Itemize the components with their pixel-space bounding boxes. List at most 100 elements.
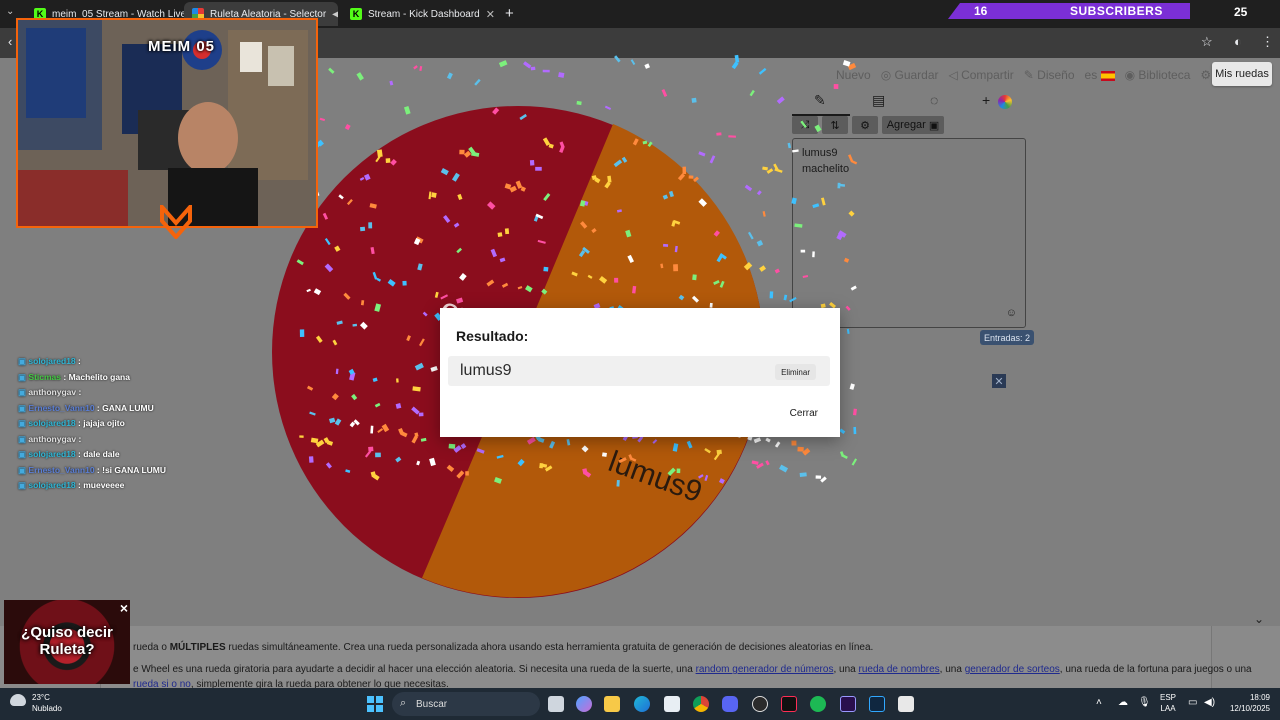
chat-username[interactable]: anthonygav — [28, 387, 76, 397]
chat-username[interactable]: Ernesto_Vann10 — [28, 403, 94, 413]
share-icon: ◁ — [948, 68, 962, 82]
display-icon[interactable]: ▭ — [1188, 697, 1197, 708]
hide-eye-icon[interactable]: ◌ — [930, 92, 938, 108]
save-button[interactable]: ◎ Guardar — [881, 68, 939, 82]
chat-message: ▣ Ernesto_Vann10 : !si GANA LUMU — [18, 463, 238, 479]
close-icon[interactable]: ✕ — [486, 8, 495, 21]
chat-message: ▣ solojared18 : dale dale — [18, 447, 238, 463]
obs-icon[interactable] — [752, 696, 768, 712]
chat-separator: : — [76, 387, 82, 397]
entries-textarea[interactable]: lumus9 machelito ☺ — [792, 138, 1026, 328]
close-icon[interactable]: ✕ — [992, 374, 1006, 388]
chat-message: ▣ Sticmas : Machelito gana — [18, 370, 238, 386]
clock[interactable]: 18:09 12/10/2025 — [1222, 692, 1270, 714]
emoji-icon[interactable]: ☺ — [1006, 305, 1017, 321]
taskbar-search[interactable]: ⌕ Buscar — [392, 692, 540, 716]
results-clipboard-icon[interactable]: ▤ — [872, 92, 885, 109]
language-button[interactable]: es — [1085, 68, 1115, 82]
chat-username[interactable]: anthonygav — [28, 434, 76, 444]
microphone-icon[interactable]: 🎙︎ — [1138, 697, 1151, 708]
premiere-icon[interactable] — [840, 696, 856, 712]
close-icon[interactable]: × — [120, 600, 128, 616]
settings-gear-icon[interactable]: ⚙ — [1200, 68, 1211, 82]
menu-dots-icon[interactable]: ⋮ — [1261, 34, 1274, 50]
chat-separator: : — [75, 356, 81, 366]
chat-username[interactable]: Ernesto_Vann10 — [28, 465, 94, 475]
store-icon[interactable] — [664, 696, 680, 712]
chat-message: ▣ solojared18 : mueveeee — [18, 478, 238, 494]
speaker-icon[interactable]: ◀) — [332, 9, 338, 20]
add-wheel-icon[interactable]: + — [982, 92, 990, 108]
weather-widget[interactable]: 23°C Nublado — [10, 692, 62, 714]
info-section: rueda o MÚLTIPLES ruedas simultáneamente… — [0, 626, 1280, 688]
chat-username[interactable]: solojared18 — [28, 418, 75, 428]
yes-no-wheel-link[interactable]: rueda si o no — [133, 679, 191, 688]
number-generator-link[interactable]: random generador de números — [696, 664, 834, 675]
spotify-icon[interactable] — [810, 696, 826, 712]
kick-icon: K — [350, 8, 362, 20]
chat-username[interactable]: solojared18 — [28, 449, 75, 459]
add-image-button[interactable]: Agregar ▣ — [882, 116, 944, 134]
add-image-label: Agregar — [886, 119, 926, 131]
design-button[interactable]: ✎ Diseño — [1024, 68, 1075, 82]
chrome-icon[interactable] — [693, 696, 709, 712]
name-wheel-link[interactable]: rueda de nombres — [858, 664, 939, 675]
info-text: rueda o — [133, 642, 170, 653]
chat-username[interactable]: solojared18 — [28, 356, 75, 366]
edge-icon[interactable] — [634, 696, 650, 712]
tiktok-icon[interactable] — [781, 696, 797, 712]
giveaway-generator-link[interactable]: generador de sorteos — [965, 664, 1060, 675]
chat-separator: : — [76, 433, 82, 444]
new-button[interactable]: Nuevo — [836, 68, 871, 82]
task-view-icon[interactable] — [548, 696, 564, 712]
pencil-icon: ✎ — [1023, 68, 1038, 82]
chat-username[interactable]: solojared18 — [28, 480, 75, 490]
entry-actions: ⤨ ⇅ ⚙ Agregar ▣ — [792, 116, 944, 134]
windows-start-icon[interactable] — [367, 696, 383, 712]
copilot-icon[interactable] — [576, 696, 592, 712]
network-icon[interactable]: ☁ — [1118, 697, 1128, 708]
save-label: Guardar — [894, 68, 939, 82]
chevron-down-icon[interactable]: ⌄ — [1254, 612, 1264, 626]
chevron-up-icon[interactable]: ˄ — [1096, 697, 1102, 708]
chat-username[interactable]: Sticmas — [28, 372, 61, 382]
info-text: , simplemente gira la rueda para obtener… — [190, 679, 449, 688]
tab-kick-dashboard[interactable]: K Stream - Kick Dashboard ✕ — [342, 2, 500, 26]
volume-icon[interactable]: ◀) — [1204, 697, 1215, 708]
promo-line: Ruleta? — [39, 641, 95, 658]
my-wheels-button[interactable]: Mis ruedas — [1212, 62, 1272, 86]
photoshop-icon[interactable] — [869, 696, 885, 712]
new-tab-button[interactable]: + — [505, 5, 514, 22]
language-label: es — [1084, 68, 1098, 82]
keyboard-layout: LAA — [1160, 704, 1176, 713]
chat-text: dale dale — [83, 449, 120, 459]
chat-badge-icon: ▣ — [18, 387, 29, 397]
edit-pencil-icon[interactable]: ✎ — [814, 92, 826, 109]
library-button[interactable]: ◉ Biblioteca — [1125, 68, 1191, 82]
sort-icon: ⇅ — [830, 119, 840, 132]
color-wheel-icon[interactable] — [998, 95, 1012, 109]
file-explorer-icon[interactable] — [604, 696, 620, 712]
back-icon[interactable]: ‹ — [8, 34, 12, 49]
shuffle-button[interactable]: ⤨ — [792, 116, 818, 134]
advanced-settings-button[interactable]: ⚙ — [852, 116, 878, 134]
chat-text: GANA LUMU — [102, 402, 154, 413]
subscribers-goal-banner: 16 SUBSCRIBERS — [948, 3, 1190, 19]
discord-icon[interactable] — [722, 696, 738, 712]
delete-winner-button[interactable]: Eliminar — [775, 364, 816, 380]
capture-app-icon[interactable] — [898, 696, 914, 712]
info-bold: MÚLTIPLES — [169, 642, 226, 653]
cloud-icon — [10, 694, 26, 706]
input-language[interactable]: ESP LAA — [1160, 692, 1176, 714]
roulette-promo[interactable]: ¿Quiso decir Ruleta? × — [4, 600, 130, 684]
bookmark-star-icon[interactable]: ☆ — [1201, 34, 1213, 50]
webcam-feed: MEIM 05 — [16, 18, 318, 228]
tab-search-icon[interactable]: ⌄ — [6, 6, 14, 17]
chat-separator: : — [94, 402, 103, 413]
subscribers-label: SUBSCRIBERS — [1070, 4, 1163, 18]
profile-avatar-icon[interactable]: ◐ — [1234, 34, 1242, 49]
sort-button[interactable]: ⇅ — [822, 116, 848, 134]
close-dialog-button[interactable]: Cerrar — [786, 404, 822, 423]
library-label: Biblioteca — [1138, 68, 1191, 82]
share-button[interactable]: ◁ Compartir — [949, 68, 1014, 82]
